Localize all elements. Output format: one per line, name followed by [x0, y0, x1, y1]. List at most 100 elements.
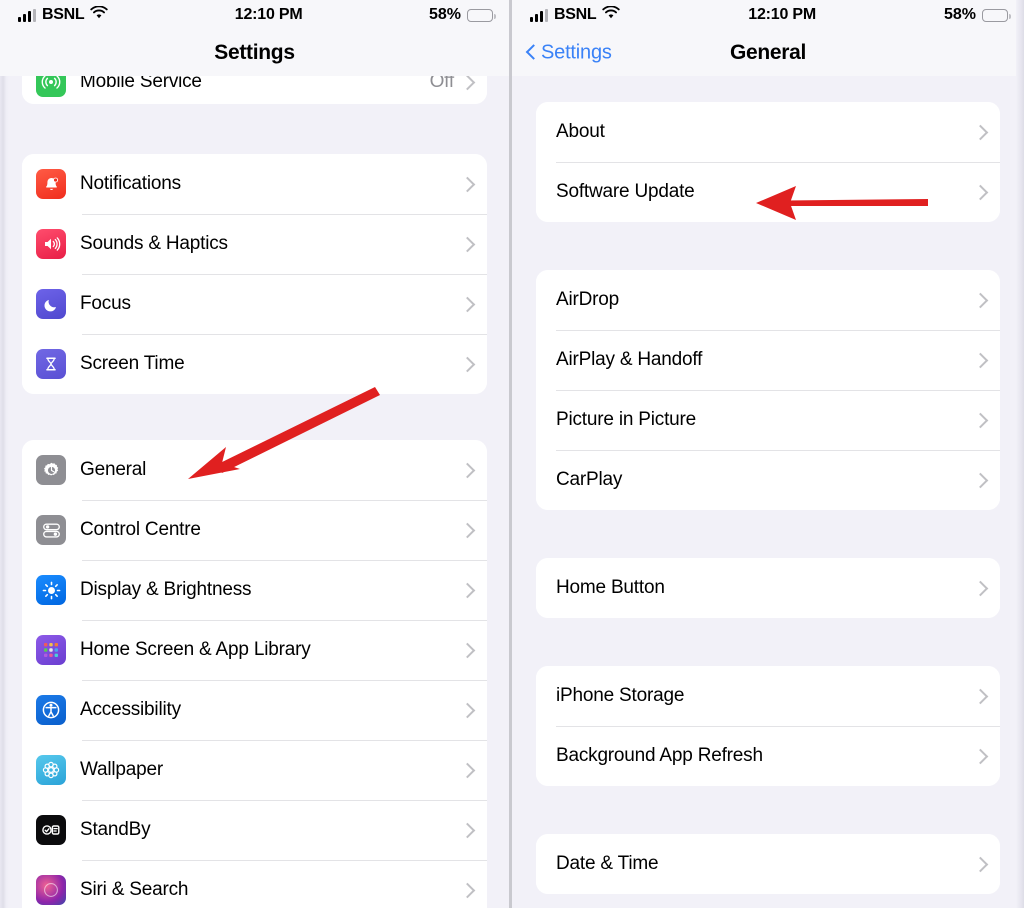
list-item-label: Notifications: [80, 173, 181, 194]
list-item-label: Display & Brightness: [80, 579, 252, 600]
chevron-right-icon: [975, 687, 986, 705]
chevron-right-icon: [975, 855, 986, 873]
list-item-date-time[interactable]: Date & Time: [536, 834, 1000, 894]
back-button-settings[interactable]: Settings: [526, 42, 612, 65]
list-item-label: Home Screen & App Library: [80, 639, 311, 660]
general-list[interactable]: About Software Update AirDrop AirPlay & …: [512, 76, 1024, 894]
list-item-general[interactable]: General: [22, 440, 487, 500]
list-item-software-update[interactable]: Software Update: [536, 162, 1000, 222]
list-item-label: Accessibility: [80, 699, 181, 720]
chevron-right-icon: [975, 471, 986, 489]
list-item-background-app-refresh[interactable]: Background App Refresh: [536, 726, 1000, 786]
list-item-label: CarPlay: [556, 469, 623, 490]
nav-bar-left: Settings: [0, 30, 509, 76]
chevron-right-icon: [462, 235, 473, 253]
list-item-screen-time[interactable]: Screen Time: [22, 334, 487, 394]
wallpaper-flower-icon: [36, 755, 66, 785]
page-title-general: General: [729, 41, 807, 64]
list-item-control-centre[interactable]: Control Centre: [22, 500, 487, 560]
group-system: General Control Centre Display & Brightn…: [22, 440, 487, 908]
battery-percent-label: 58%: [943, 6, 976, 23]
chevron-right-icon: [975, 411, 986, 429]
chevron-right-icon: [975, 291, 986, 309]
list-item-label: AirDrop: [556, 289, 620, 310]
chevron-right-icon: [462, 175, 473, 193]
list-item-notifications[interactable]: Notifications: [22, 154, 487, 214]
list-item-iphone-storage[interactable]: iPhone Storage: [536, 666, 1000, 726]
chevron-right-icon: [975, 579, 986, 597]
chevron-right-icon: [462, 461, 473, 479]
mobile-service-icon: [36, 76, 66, 97]
list-item-label: About: [556, 121, 605, 142]
list-item-label: Focus: [80, 293, 131, 314]
group-storage: iPhone Storage Background App Refresh: [536, 666, 1000, 786]
home-screen-grid-icon: [36, 635, 66, 665]
list-item-carplay[interactable]: CarPlay: [536, 450, 1000, 510]
accessibility-icon: [36, 695, 66, 725]
chevron-right-icon: [975, 351, 986, 369]
screen-time-hourglass-icon: [36, 349, 66, 379]
list-item-accessibility[interactable]: Accessibility: [22, 680, 487, 740]
focus-moon-icon: [36, 289, 66, 319]
list-item-label: Wallpaper: [80, 759, 164, 780]
chevron-right-icon: [975, 183, 986, 201]
group-alerts: Notifications Sounds & Haptics Focus Scr…: [22, 154, 487, 394]
settings-main-panel: BSNL 12:10 PM 58% Settings Mobile Servic…: [0, 0, 512, 908]
list-item-siri-search[interactable]: Siri & Search: [22, 860, 487, 908]
list-item-label: Home Button: [556, 577, 665, 598]
chevron-left-icon: [526, 44, 537, 62]
chevron-right-icon: [462, 355, 473, 373]
chevron-right-icon: [462, 295, 473, 313]
list-item-label: Background App Refresh: [556, 745, 763, 766]
list-item-label: Mobile Service: [80, 76, 202, 92]
chevron-right-icon: [462, 521, 473, 539]
general-gear-icon: [36, 455, 66, 485]
battery-icon: [467, 8, 496, 22]
group-datetime: Date & Time: [536, 834, 1000, 894]
clock-label: 12:10 PM: [234, 6, 303, 23]
list-item-display-brightness[interactable]: Display & Brightness: [22, 560, 487, 620]
list-item-focus[interactable]: Focus: [22, 274, 487, 334]
chevron-right-icon: [975, 123, 986, 141]
group-hardware: Home Button: [536, 558, 1000, 618]
group-about: About Software Update: [536, 102, 1000, 222]
list-item-picture-in-picture[interactable]: Picture in Picture: [536, 390, 1000, 450]
list-item-label: Control Centre: [80, 519, 201, 540]
list-item-home-screen-app-library[interactable]: Home Screen & App Library: [22, 620, 487, 680]
list-item-wallpaper[interactable]: Wallpaper: [22, 740, 487, 800]
list-item-label: AirPlay & Handoff: [556, 349, 703, 370]
list-item-about[interactable]: About: [536, 102, 1000, 162]
display-brightness-icon: [36, 575, 66, 605]
settings-list-left[interactable]: Mobile Service Off Notifications Sounds …: [0, 76, 509, 908]
carrier-label: BSNL: [554, 6, 597, 23]
list-item-airplay-handoff[interactable]: AirPlay & Handoff: [536, 330, 1000, 390]
back-button-label: Settings: [541, 41, 612, 64]
siri-search-icon: [36, 875, 66, 905]
page-title-settings: Settings: [214, 41, 295, 64]
nav-bar-right: Settings General: [512, 30, 1024, 76]
chevron-right-icon: [462, 641, 473, 659]
list-item-label: StandBy: [80, 819, 151, 840]
wifi-icon: [602, 5, 621, 24]
list-item-label: Siri & Search: [80, 879, 189, 900]
list-item-standby[interactable]: StandBy: [22, 800, 487, 860]
battery-percent-label: 58%: [428, 6, 461, 23]
notifications-bell-icon: [36, 169, 66, 199]
cellular-bars-icon: [530, 8, 548, 22]
wifi-icon: [90, 5, 109, 24]
control-centre-icon: [36, 515, 66, 545]
list-item-mobile-service[interactable]: Mobile Service Off: [22, 76, 487, 104]
mobile-service-value: Off: [429, 76, 455, 92]
list-item-sounds-haptics[interactable]: Sounds & Haptics: [22, 214, 487, 274]
cellular-bars-icon: [18, 8, 36, 22]
list-item-airdrop[interactable]: AirDrop: [536, 270, 1000, 330]
list-item-home-button[interactable]: Home Button: [536, 558, 1000, 618]
list-item-label: Picture in Picture: [556, 409, 697, 430]
chevron-right-icon: [462, 761, 473, 779]
chevron-right-icon: [462, 821, 473, 839]
standby-icon: [36, 815, 66, 845]
